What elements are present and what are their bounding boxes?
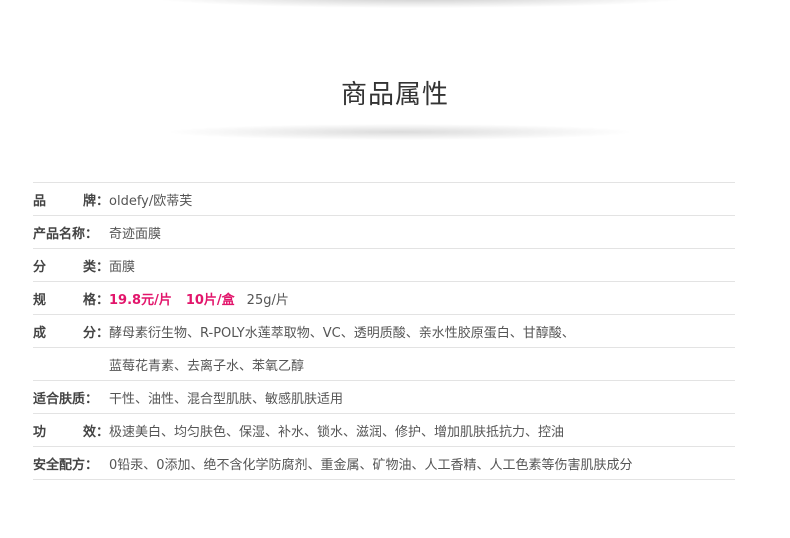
attribute-value: 干性、油性、混合型肌肤、敏感肌肤适用 xyxy=(109,391,344,407)
attribute-row-product-name: 产品名称： 奇迹面膜 xyxy=(33,216,735,249)
label-char: 分： xyxy=(82,325,109,341)
attribute-label: 规 格： xyxy=(33,289,109,308)
label-char: 格： xyxy=(82,292,109,308)
weight-value: 25g/片 xyxy=(246,292,289,308)
section-title: 商品属性 xyxy=(340,80,449,110)
attribute-label: 功 效： xyxy=(33,421,109,440)
attribute-label: 成 分： xyxy=(33,322,109,341)
attribute-row-ingredients: 成 分： 酵母素衍生物、R-POLY水莲萃取物、VC、透明质酸、亲水性胶原蛋白、… xyxy=(33,315,735,348)
title-shadow-decoration xyxy=(170,124,630,140)
attribute-row-spec: 规 格： 19.8元/片 10片/盒 25g/片 xyxy=(33,282,735,315)
attribute-row-efficacy: 功 效： 极速美白、均匀肤色、保湿、补水、锁水、滋润、修护、增加肌肤抵抗力、控油 xyxy=(33,414,735,447)
attribute-label: 适合肤质： xyxy=(33,391,99,407)
label-char: 规 xyxy=(33,292,47,308)
attribute-row-ingredients-continued: 蓝莓花青素、去离子水、苯氧乙醇 xyxy=(33,348,735,381)
label-char: 品 xyxy=(33,193,47,209)
attribute-row-skin-type: 适合肤质： 干性、油性、混合型肌肤、敏感肌肤适用 xyxy=(33,381,735,414)
attribute-value: 面膜 xyxy=(109,259,136,275)
label-char: 类： xyxy=(82,259,109,275)
attribute-value: oldefy/欧蒂芙 xyxy=(109,193,193,209)
attribute-value: 奇迹面膜 xyxy=(109,226,162,242)
attribute-value: 0铅汞、0添加、绝不含化学防腐剂、重金属、矿物油、人工香精、人工色素等伤害肌肤成… xyxy=(109,457,633,473)
attribute-label: 分 类： xyxy=(33,256,109,275)
attribute-row-brand: 品 牌： oldefy/欧蒂芙 xyxy=(33,183,735,216)
label-char: 效： xyxy=(82,424,109,440)
label-char: 分 xyxy=(33,259,47,275)
attribute-label: 产品名称： xyxy=(33,226,99,242)
label-char: 成 xyxy=(33,325,47,341)
count-value: 10片/盒 xyxy=(185,292,235,308)
top-shadow-decoration xyxy=(150,0,690,8)
label-char: 牌： xyxy=(82,193,109,209)
label-char: 功 xyxy=(33,424,47,440)
attribute-row-category: 分 类： 面膜 xyxy=(33,249,735,282)
attribute-value: 极速美白、均匀肤色、保湿、补水、锁水、滋润、修护、增加肌肤抵抗力、控油 xyxy=(109,424,565,440)
attribute-row-safety-formula: 安全配方： 0铅汞、0添加、绝不含化学防腐剂、重金属、矿物油、人工香精、人工色素… xyxy=(33,447,735,480)
attribute-table: 品 牌： oldefy/欧蒂芙 产品名称： 奇迹面膜 分 类： 面膜 规 格： … xyxy=(33,182,735,480)
attribute-value: 酵母素衍生物、R-POLY水莲萃取物、VC、透明质酸、亲水性胶原蛋白、甘醇酸、 xyxy=(109,325,575,341)
attribute-label: 品 牌： xyxy=(33,190,109,209)
attribute-value: 蓝莓花青素、去离子水、苯氧乙醇 xyxy=(109,358,305,374)
price-value: 19.8元/片 xyxy=(109,292,172,308)
attribute-label: 安全配方： xyxy=(33,457,99,473)
